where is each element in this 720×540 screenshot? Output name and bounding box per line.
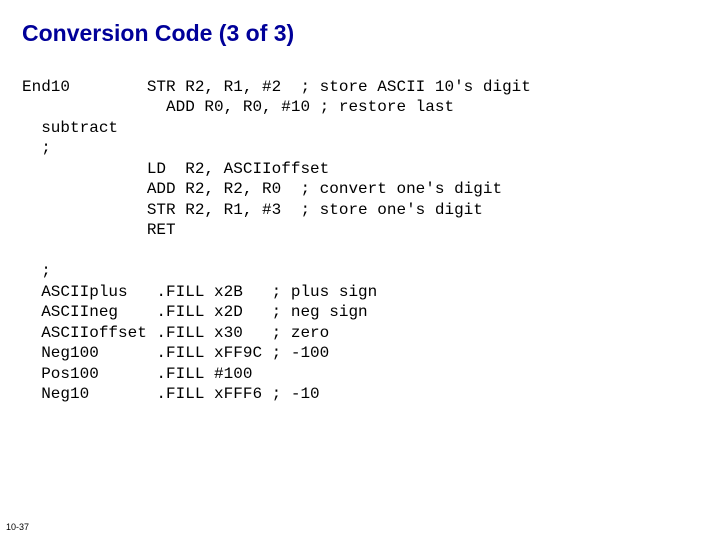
code-block: End10 STR R2, R1, #2 ; store ASCII 10's … <box>22 77 698 405</box>
code-line: End10 STR R2, R1, #2 ; store ASCII 10's … <box>22 78 531 96</box>
code-line: RET <box>22 221 176 239</box>
code-line: Pos100 .FILL #100 <box>22 365 252 383</box>
code-line: ; <box>22 262 51 280</box>
code-line: ADD R2, R2, R0 ; convert one's digit <box>22 180 502 198</box>
code-line: ; <box>22 139 51 157</box>
code-line: ASCIIoffset .FILL x30 ; zero <box>22 324 329 342</box>
code-line: Neg10 .FILL xFFF6 ; -10 <box>22 385 320 403</box>
page-title: Conversion Code (3 of 3) <box>22 20 698 47</box>
slide-number: 10-37 <box>6 522 29 532</box>
code-line: Neg100 .FILL xFF9C ; -100 <box>22 344 329 362</box>
code-line: subtract <box>22 119 118 137</box>
slide-content: Conversion Code (3 of 3) End10 STR R2, R… <box>0 0 720 405</box>
code-line: ASCIIneg .FILL x2D ; neg sign <box>22 303 368 321</box>
code-line: ADD R0, R0, #10 ; restore last <box>22 98 454 116</box>
code-line: LD R2, ASCIIoffset <box>22 160 329 178</box>
code-line: STR R2, R1, #3 ; store one's digit <box>22 201 483 219</box>
code-line: ASCIIplus .FILL x2B ; plus sign <box>22 283 377 301</box>
